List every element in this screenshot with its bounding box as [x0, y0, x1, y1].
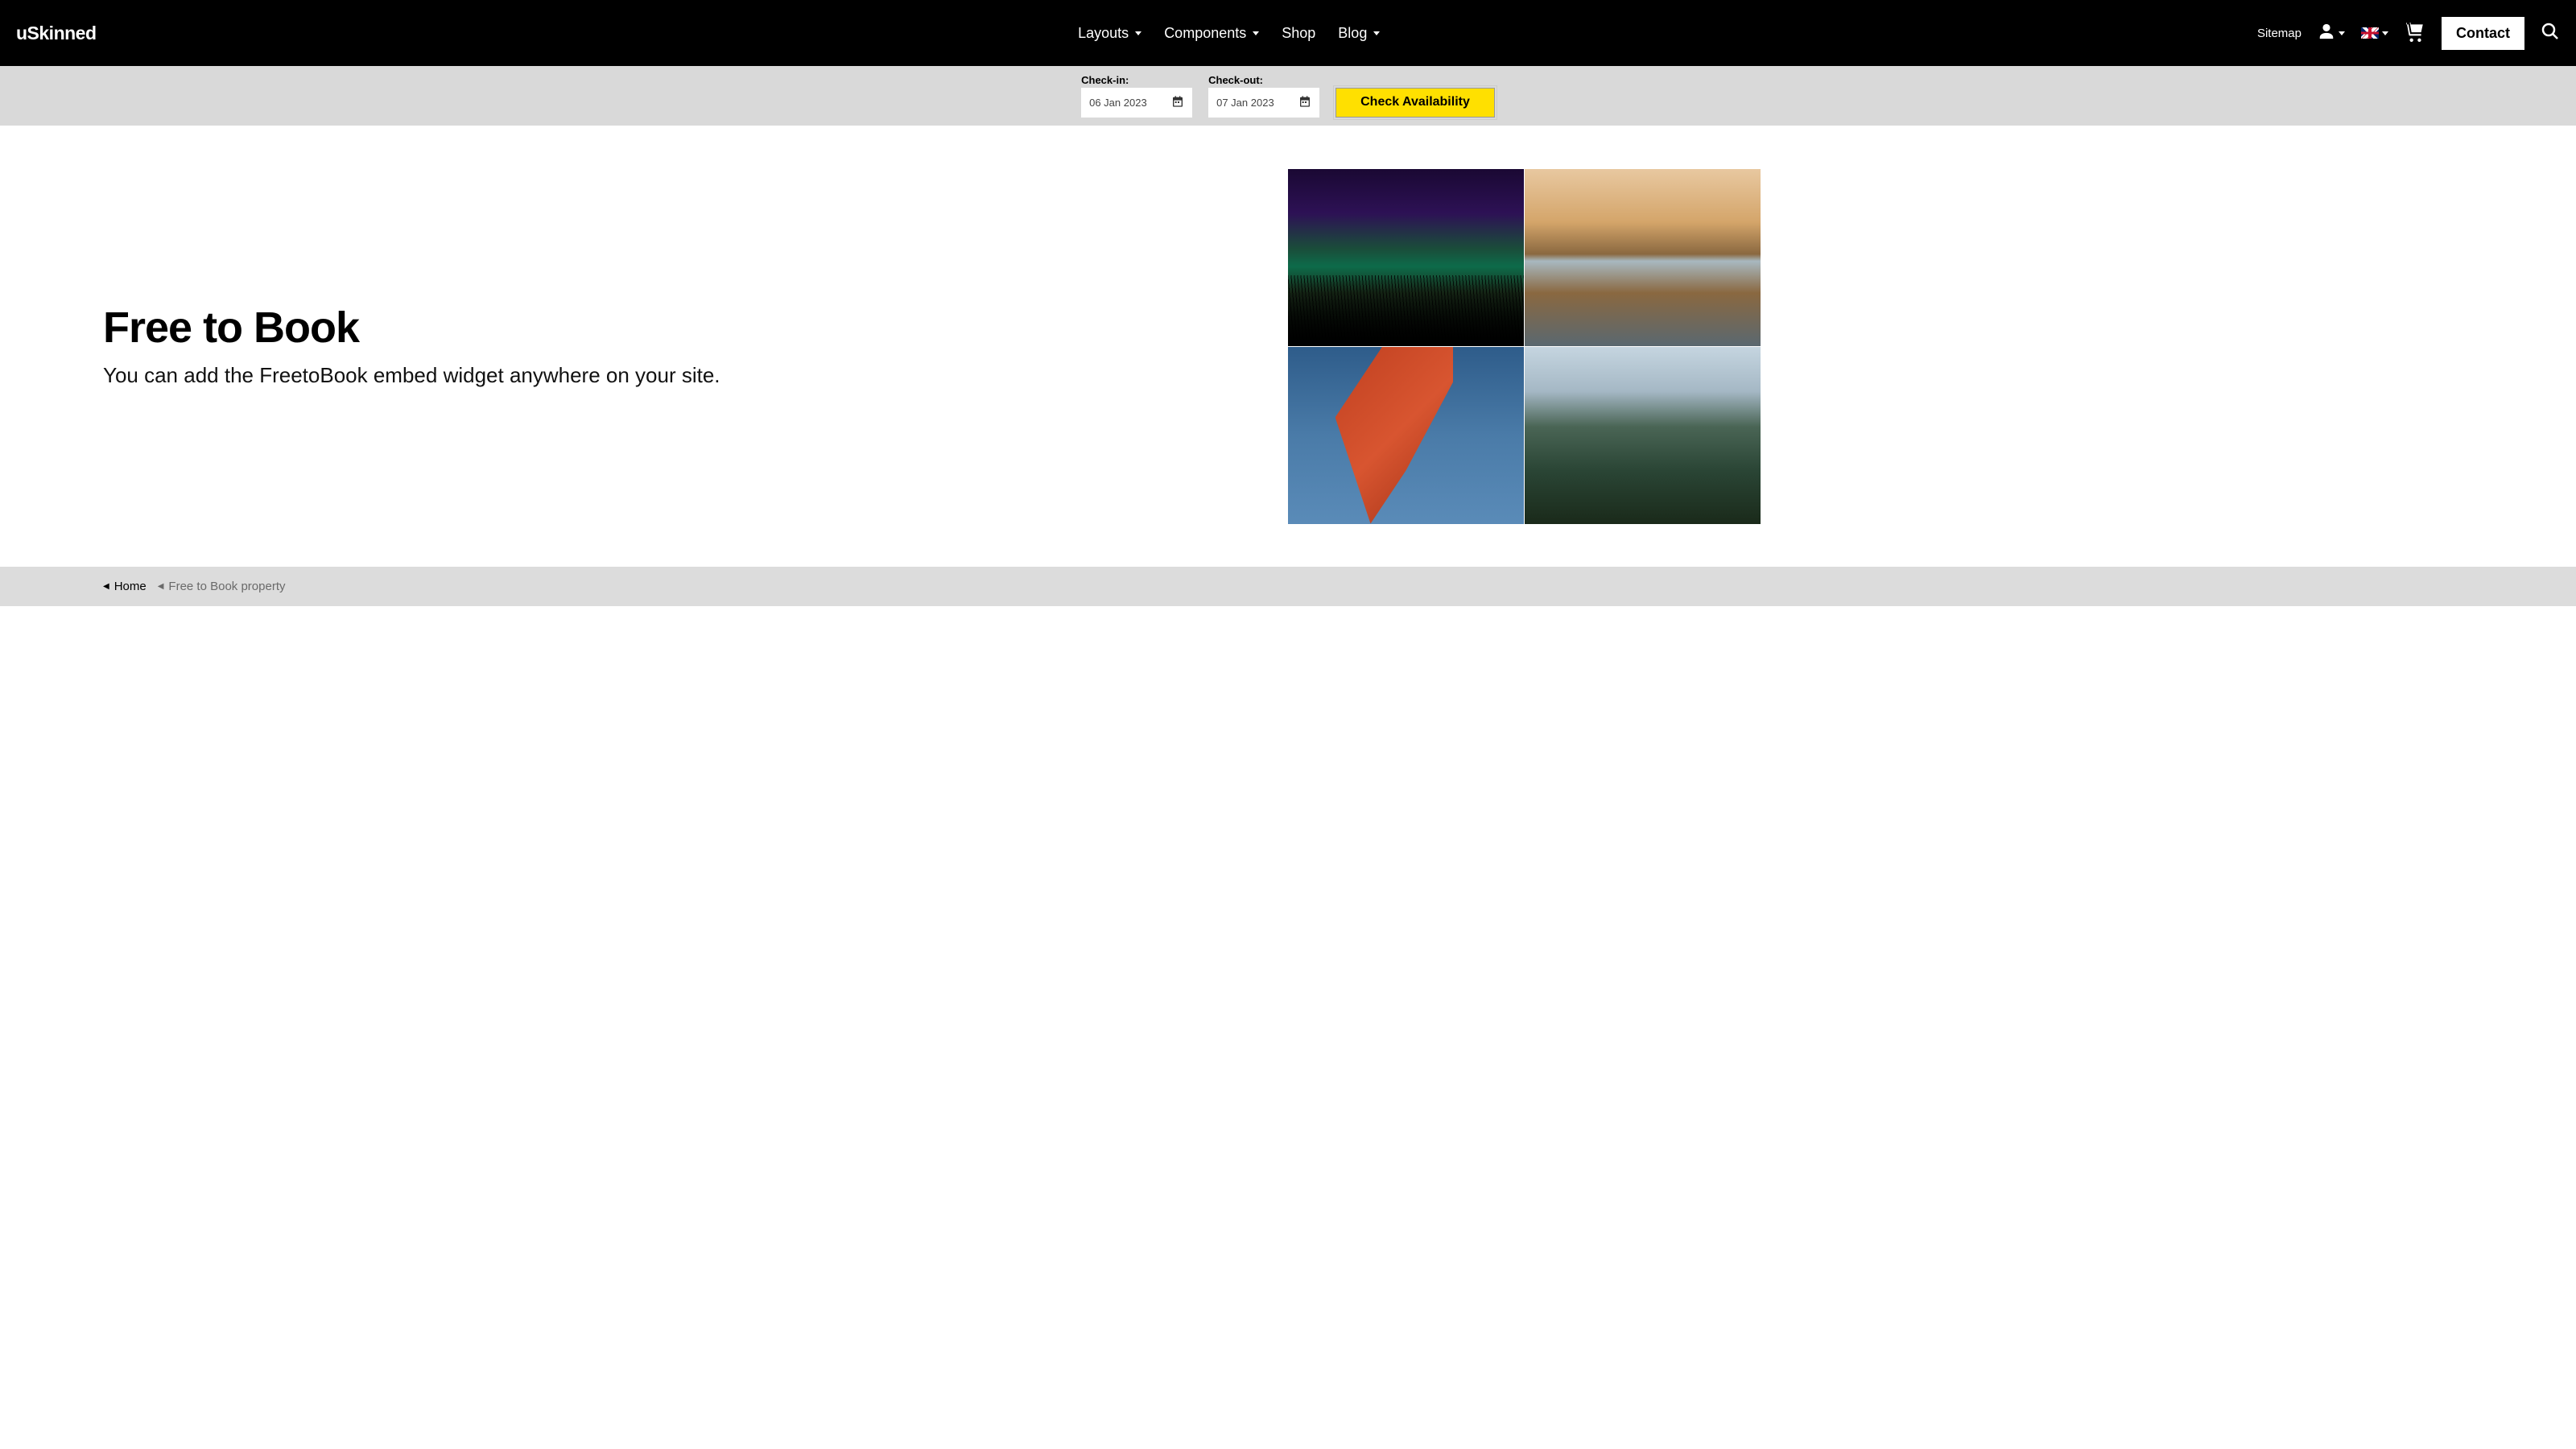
breadcrumb: ◀ Home ◀ Free to Book property — [0, 567, 2576, 606]
search-button[interactable] — [2541, 22, 2560, 45]
calendar-icon — [1298, 95, 1311, 110]
user-icon — [2318, 23, 2335, 44]
breadcrumb-current-label: Free to Book property — [168, 580, 285, 593]
hero-text: Free to Book You can add the FreetoBook … — [103, 303, 1288, 390]
chevron-left-icon: ◀ — [103, 582, 109, 591]
nav-layouts[interactable]: Layouts — [1078, 25, 1141, 42]
logo[interactable]: uSkinned — [16, 23, 97, 44]
breadcrumb-current: ◀ Free to Book property — [158, 580, 286, 593]
main-header: uSkinned Layouts Components Shop Blog Si… — [0, 0, 2576, 66]
uk-flag-icon — [2361, 27, 2379, 39]
page-subtitle: You can add the FreetoBook embed widget … — [103, 362, 1240, 390]
caret-down-icon — [1253, 31, 1259, 35]
checkout-input[interactable]: 07 Jan 2023 — [1208, 88, 1319, 118]
language-selector[interactable] — [2361, 27, 2388, 39]
nav-layouts-label: Layouts — [1078, 25, 1129, 42]
checkout-label: Check-out: — [1208, 74, 1319, 86]
nav-blog[interactable]: Blog — [1338, 25, 1380, 42]
check-availability-button[interactable]: Check Availability — [1335, 88, 1495, 118]
hero-image-machu-picchu — [1525, 347, 1761, 524]
calendar-icon — [1171, 95, 1184, 110]
sitemap-link[interactable]: Sitemap — [2257, 27, 2301, 40]
nav-blog-label: Blog — [1338, 25, 1367, 42]
main-nav: Layouts Components Shop Blog — [973, 25, 1380, 42]
hero-image-castle-lake — [1525, 169, 1761, 346]
breadcrumb-home-label: Home — [114, 580, 147, 593]
hero-image-aurora — [1288, 169, 1524, 346]
caret-down-icon — [2382, 31, 2388, 35]
caret-down-icon — [1135, 31, 1141, 35]
booking-bar: Check-in: 06 Jan 2023 Check-out: 07 Jan … — [0, 66, 2576, 126]
cart-button[interactable] — [2405, 21, 2425, 46]
checkout-group: Check-out: 07 Jan 2023 — [1208, 74, 1319, 118]
hero-image-golden-gate — [1288, 347, 1524, 524]
checkin-input[interactable]: 06 Jan 2023 — [1081, 88, 1192, 118]
caret-down-icon — [1373, 31, 1380, 35]
nav-components-label: Components — [1164, 25, 1246, 42]
nav-shop-label: Shop — [1282, 25, 1315, 42]
nav-shop[interactable]: Shop — [1282, 25, 1315, 42]
user-menu[interactable] — [2318, 23, 2345, 44]
nav-components[interactable]: Components — [1164, 25, 1259, 42]
checkin-value: 06 Jan 2023 — [1089, 97, 1147, 109]
nav-right: Sitemap Contact — [2257, 17, 2560, 50]
chevron-left-icon: ◀ — [158, 582, 164, 591]
contact-button[interactable]: Contact — [2442, 17, 2524, 50]
hero-image-grid — [1288, 169, 1761, 524]
breadcrumb-home[interactable]: ◀ Home — [103, 580, 147, 593]
page-title: Free to Book — [103, 303, 1240, 353]
checkout-value: 07 Jan 2023 — [1216, 97, 1274, 109]
caret-down-icon — [2339, 31, 2345, 35]
checkin-label: Check-in: — [1081, 74, 1192, 86]
checkin-group: Check-in: 06 Jan 2023 — [1081, 74, 1192, 118]
hero-section: Free to Book You can add the FreetoBook … — [0, 126, 2576, 567]
